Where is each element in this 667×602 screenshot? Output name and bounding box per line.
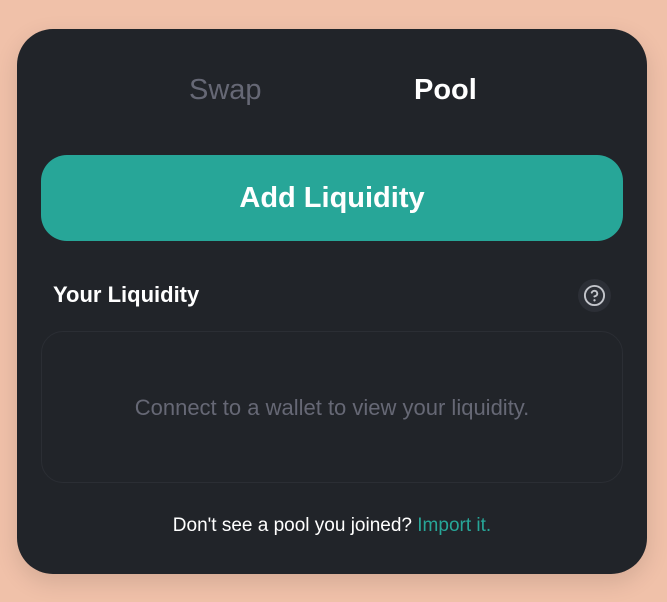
question-circle-icon: [583, 284, 606, 307]
your-liquidity-title: Your Liquidity: [53, 282, 200, 307]
import-pool-footer: Don't see a pool you joined? Import it.: [17, 513, 647, 539]
add-liquidity-button[interactable]: Add Liquidity: [41, 155, 623, 241]
tab-swap[interactable]: Swap: [189, 71, 262, 109]
import-pool-link[interactable]: Import it.: [417, 515, 491, 536]
liquidity-empty-panel: Connect to a wallet to view your liquidi…: [41, 331, 623, 483]
help-button[interactable]: [578, 279, 611, 312]
import-pool-prompt: Don't see a pool you joined?: [172, 515, 412, 536]
connect-wallet-message: Connect to a wallet to view your liquidi…: [134, 395, 530, 420]
pool-card: Swap Pool Add Liquidity Your Liquidity C…: [17, 29, 647, 574]
tab-bar: Swap Pool: [17, 29, 647, 149]
tab-pool[interactable]: Pool: [414, 71, 477, 109]
